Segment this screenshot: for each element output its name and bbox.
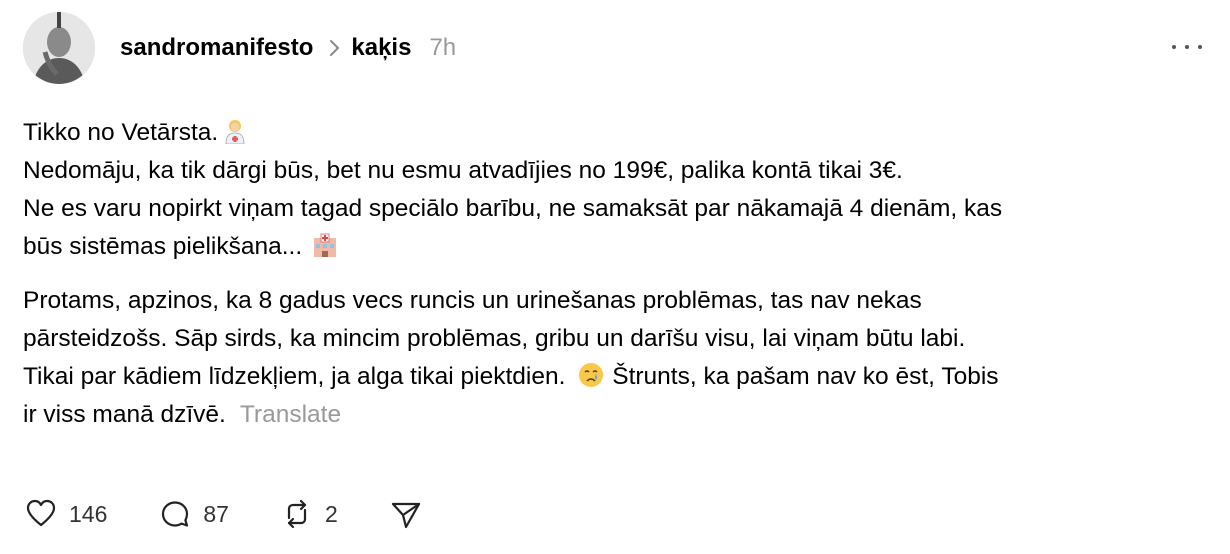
post-line: Tikai par kādiem līdzekļiem, ja alga tik… [23, 363, 566, 390]
post-line: Protams, apzinos, ka 8 gadus vecs runcis… [23, 287, 922, 314]
crying-face-emoji-icon [578, 362, 604, 388]
repost-count: 2 [324, 500, 338, 527]
comment-button[interactable]: 87 [159, 498, 229, 530]
repost-button[interactable]: 2 [281, 498, 338, 530]
post-body: Tikko no Vetārsta. Nedomāju, ka tik dārg… [23, 114, 1213, 434]
author-username[interactable]: sandromanifesto [120, 34, 313, 62]
post-line: Nedomāju, ka tik dārgi būs, bet nu esmu … [23, 157, 903, 184]
health-worker-emoji-icon [222, 118, 248, 144]
post-line: Tikko no Vetārsta. [23, 119, 219, 146]
like-button[interactable]: 146 [25, 498, 107, 530]
share-button[interactable] [390, 498, 422, 530]
post-line: būs sistēmas pielikšana... [23, 233, 303, 260]
chevron-right-icon [329, 39, 341, 57]
post-paragraph: Protams, apzinos, ka 8 gadus vecs runcis… [23, 282, 1213, 434]
post-line: Štrunts, ka pašam nav ko ēst, Tobis [612, 363, 999, 390]
post-line: Ne es varu nopirkt viņam tagad speciālo … [23, 195, 1003, 222]
more-options-icon[interactable] [1172, 40, 1202, 54]
post-paragraph: Tikko no Vetārsta. Nedomāju, ka tik dārg… [23, 114, 1213, 266]
post-actions-bar: 146 87 2 [25, 496, 422, 532]
person-avatar-icon [23, 12, 95, 84]
hospital-emoji-icon [312, 232, 338, 258]
repost-icon [287, 499, 307, 529]
post-header: sandromanifesto kaķis 7h [120, 28, 456, 68]
post-timestamp[interactable]: 7h [429, 34, 456, 62]
topic-tag[interactable]: kaķis [351, 34, 411, 62]
post-line: pārsteidzošs. Sāp sirds, ka mincim probl… [23, 325, 966, 352]
translate-link[interactable]: Translate [240, 401, 341, 428]
send-icon [391, 502, 420, 529]
comment-count: 87 [203, 500, 229, 527]
post-line: ir viss manā dzīvē. [23, 401, 226, 428]
like-count: 146 [69, 500, 108, 527]
author-avatar[interactable] [23, 12, 95, 84]
post-card: sandromanifesto kaķis 7h Tikko no Vetārs… [0, 0, 1230, 554]
heart-icon [26, 499, 56, 527]
comment-bubble-icon [162, 501, 189, 527]
